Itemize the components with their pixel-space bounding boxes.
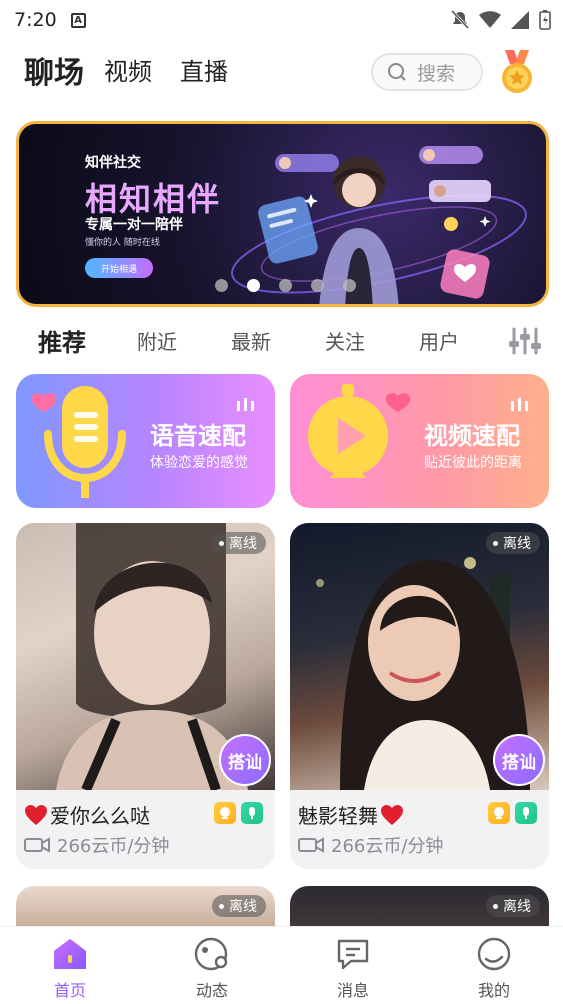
promo-banner[interactable]: 知伴社交 相知相伴 专属一对一陪伴 懂你的人 随时在线 开始相遇 bbox=[16, 121, 549, 307]
offline-text: 离线 bbox=[229, 536, 257, 552]
nav-profile-label: 我的 bbox=[477, 981, 510, 1000]
nav-moments[interactable]: 动态 bbox=[172, 937, 252, 1001]
greet-button[interactable]: 搭讪 bbox=[493, 734, 545, 786]
sound-bars-icon bbox=[511, 398, 528, 411]
search-placeholder: 搜索 bbox=[417, 62, 456, 85]
voice-call-icon bbox=[241, 802, 263, 824]
banner-subtitle: 专属一对一陪伴 bbox=[85, 217, 183, 233]
status-bar: 7:20 A bbox=[0, 0, 563, 40]
mute-bell-icon bbox=[451, 10, 469, 30]
user-card[interactable]: 离线 搭讪 魅影轻舞 266云币/分钟 bbox=[290, 523, 549, 869]
nav-messages[interactable]: 消息 bbox=[313, 937, 393, 1001]
call-price-text: 266云币/分钟 bbox=[57, 836, 170, 857]
voice-match-title: 语音速配 bbox=[150, 422, 246, 450]
tab-chat[interactable]: 聊场 bbox=[24, 48, 84, 92]
sound-bars-icon bbox=[237, 398, 254, 411]
nav-home[interactable]: 首页 bbox=[30, 937, 110, 1001]
banner-start-button[interactable]: 开始相遇 bbox=[85, 258, 153, 278]
offline-badge: 离线 bbox=[212, 895, 266, 917]
video-match-subtitle: 贴近彼此的距离 bbox=[424, 455, 522, 471]
offline-text: 离线 bbox=[503, 536, 531, 552]
user-badges bbox=[488, 802, 537, 824]
call-price-text: 266云币/分钟 bbox=[331, 836, 444, 857]
greet-button[interactable]: 搭讪 bbox=[219, 734, 271, 786]
voice-call-icon bbox=[515, 802, 537, 824]
tab-recommend[interactable]: 推荐 bbox=[38, 323, 86, 358]
profile-icon bbox=[477, 937, 511, 971]
pagination-dot[interactable] bbox=[279, 279, 292, 292]
nav-home-label: 首页 bbox=[53, 981, 86, 1000]
offline-badge: 离线 bbox=[486, 895, 540, 917]
video-camera-icon bbox=[298, 837, 324, 853]
call-price: 266云币/分钟 bbox=[298, 832, 443, 858]
user-photo[interactable]: 离线 搭讪 bbox=[16, 523, 275, 790]
user-name-text: 魅影轻舞 bbox=[298, 804, 378, 828]
user-name-text: 爱你么么哒 bbox=[50, 804, 150, 828]
user-photo[interactable]: 离线 搭讪 bbox=[290, 523, 549, 790]
home-icon bbox=[54, 939, 86, 969]
video-match-card[interactable]: 视频速配 贴近彼此的距离 bbox=[290, 374, 549, 508]
voice-match-subtitle: 体验恋爱的感觉 bbox=[150, 455, 248, 471]
status-time: 7:20 bbox=[14, 9, 57, 31]
nav-profile[interactable]: 我的 bbox=[454, 937, 534, 1001]
nav-moments-label: 动态 bbox=[195, 981, 228, 1000]
offline-text: 离线 bbox=[503, 899, 531, 915]
moments-icon bbox=[194, 937, 228, 971]
pagination-dot[interactable] bbox=[343, 279, 356, 292]
banner-tagline: 懂你的人 随时在线 bbox=[85, 238, 160, 248]
user-card[interactable]: 离线 搭讪 爱你么么哒 266云币/分钟 bbox=[16, 523, 275, 869]
filter-icon[interactable] bbox=[507, 326, 543, 356]
pagination-dot-active[interactable] bbox=[247, 279, 260, 292]
pagination-dot[interactable] bbox=[215, 279, 228, 292]
offline-text: 离线 bbox=[229, 899, 257, 915]
user-name: 爱你么么哒 bbox=[24, 800, 150, 829]
search-icon bbox=[388, 63, 406, 81]
heart-icon bbox=[381, 804, 403, 825]
tab-users[interactable]: 用户 bbox=[419, 326, 459, 355]
offline-badge: 离线 bbox=[212, 532, 266, 554]
signal-icon bbox=[511, 11, 529, 29]
pagination-dot[interactable] bbox=[311, 279, 324, 292]
voice-match-card[interactable]: 语音速配 体验恋爱的感觉 bbox=[16, 374, 275, 508]
search-button[interactable]: 搜索 bbox=[371, 53, 483, 91]
banner-pagination bbox=[215, 279, 356, 292]
user-badges bbox=[214, 802, 263, 824]
tab-nearby[interactable]: 附近 bbox=[137, 326, 177, 355]
category-tabs: 推荐 附近 最新 关注 用户 bbox=[0, 318, 563, 360]
call-price: 266云币/分钟 bbox=[24, 832, 169, 858]
microphone-icon bbox=[31, 386, 126, 498]
video-play-icon bbox=[308, 384, 411, 478]
video-call-icon bbox=[214, 802, 236, 824]
status-icons bbox=[451, 10, 551, 30]
offline-badge: 离线 bbox=[486, 532, 540, 554]
wifi-icon bbox=[479, 11, 501, 28]
top-header: 聊场 视频 直播 搜索 bbox=[0, 40, 563, 110]
video-match-title: 视频速配 bbox=[424, 422, 520, 450]
nav-messages-label: 消息 bbox=[336, 981, 369, 1000]
tab-newest[interactable]: 最新 bbox=[231, 326, 271, 355]
tab-following[interactable]: 关注 bbox=[325, 326, 365, 355]
tab-video[interactable]: 视频 bbox=[104, 52, 152, 87]
battery-icon bbox=[539, 10, 551, 30]
banner-kicker: 知伴社交 bbox=[85, 155, 141, 171]
heart-icon bbox=[25, 804, 47, 825]
video-call-icon bbox=[488, 802, 510, 824]
bottom-navigation: 首页 动态 消息 我的 bbox=[0, 926, 563, 1004]
medal-icon[interactable] bbox=[497, 50, 537, 96]
user-name: 魅影轻舞 bbox=[298, 800, 404, 829]
message-icon bbox=[337, 939, 369, 970]
tab-live[interactable]: 直播 bbox=[180, 52, 228, 87]
video-camera-icon bbox=[24, 837, 50, 853]
notification-a-icon: A bbox=[70, 12, 86, 28]
